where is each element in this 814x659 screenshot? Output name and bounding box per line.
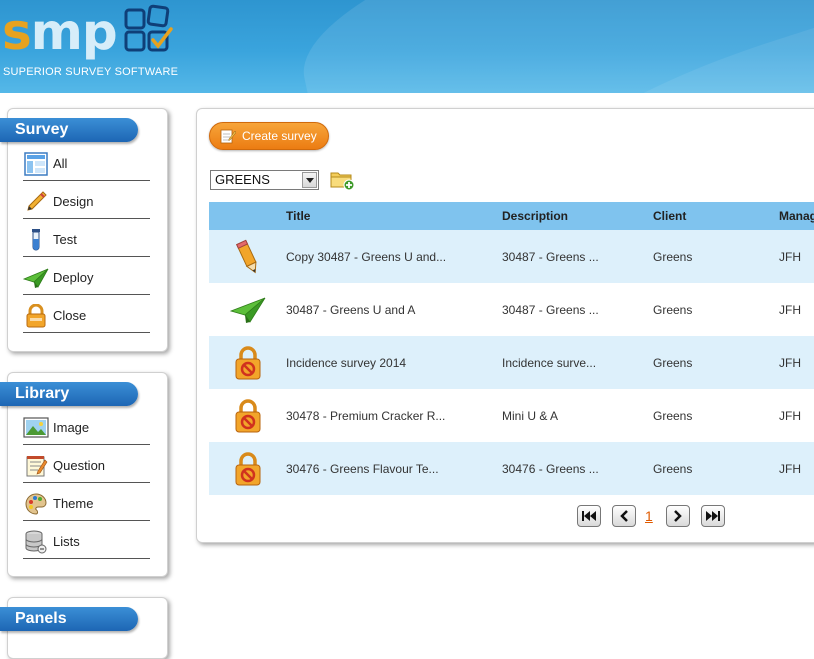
lock-icon xyxy=(23,303,49,329)
last-page-button[interactable] xyxy=(700,505,725,527)
panels-panel: Panels xyxy=(0,597,168,659)
image-icon xyxy=(23,415,49,441)
sidebar-item-test[interactable]: Test xyxy=(23,219,150,257)
survey-panel: Survey All Design Test Deploy Close xyxy=(0,108,168,352)
first-page-button[interactable] xyxy=(577,505,601,527)
header-description[interactable]: Description xyxy=(502,209,653,223)
table-row[interactable]: 30476 - Greens Flavour Te... 30476 - Gre… xyxy=(209,442,814,495)
header-client[interactable]: Client xyxy=(653,209,779,223)
chevron-right-icon xyxy=(673,510,682,522)
previous-page-button[interactable] xyxy=(612,505,636,527)
pencil-icon[interactable] xyxy=(209,238,286,276)
sidebar-item-lists[interactable]: Lists xyxy=(23,521,150,559)
sidebar-item-close[interactable]: Close xyxy=(23,295,150,333)
survey-panel-title: Survey xyxy=(0,118,138,142)
library-panel: Library Image Question Theme Lists xyxy=(0,372,168,577)
paper-plane-icon[interactable] xyxy=(209,296,286,324)
sidebar-item-all[interactable]: All xyxy=(23,143,150,181)
sidebar-item-question[interactable]: Question xyxy=(23,445,150,483)
first-page-icon xyxy=(582,511,596,521)
database-icon xyxy=(23,529,49,555)
dropdown-arrow-icon[interactable] xyxy=(302,172,317,188)
pagination: 1 xyxy=(577,504,736,528)
chevron-left-icon xyxy=(620,510,628,522)
layout-icon xyxy=(23,151,49,177)
pencil-icon xyxy=(23,189,49,215)
survey-menu: All Design Test Deploy Close xyxy=(23,143,150,333)
library-menu: Image Question Theme Lists xyxy=(23,407,150,559)
header-title[interactable]: Title xyxy=(286,209,502,223)
table-header: Title Description Client Manag xyxy=(209,202,814,230)
next-page-button[interactable] xyxy=(665,505,690,527)
lock-icon[interactable] xyxy=(209,451,286,486)
last-page-icon xyxy=(705,511,720,521)
table-row[interactable]: Copy 30487 - Greens U and... 30487 - Gre… xyxy=(209,230,814,283)
app-header: smp SUPERIOR SURVEY SOFTWARE xyxy=(0,0,814,93)
lock-icon[interactable] xyxy=(209,345,286,380)
sidebar-item-theme[interactable]: Theme xyxy=(23,483,150,521)
table-row[interactable]: 30478 - Premium Cracker R... Mini U & A … xyxy=(209,389,814,442)
paper-plane-icon xyxy=(23,265,49,291)
client-select-value: GREENS xyxy=(215,172,270,187)
create-survey-button[interactable]: Create survey xyxy=(209,122,329,150)
sidebar-item-image[interactable]: Image xyxy=(23,407,150,445)
table-row[interactable]: Incidence survey 2014 Incidence surve...… xyxy=(209,336,814,389)
test-tube-icon xyxy=(23,227,49,253)
edit-document-icon xyxy=(220,129,236,144)
survey-list-panel: Create survey GREENS Title Description C… xyxy=(196,108,814,543)
palette-icon xyxy=(23,491,49,517)
client-select[interactable]: GREENS xyxy=(210,170,319,190)
panels-panel-title: Panels xyxy=(0,607,138,631)
sidebar-item-design[interactable]: Design xyxy=(23,181,150,219)
logo-checkbox-grid-icon xyxy=(124,4,173,52)
notepad-icon xyxy=(23,453,49,479)
logo[interactable]: smp xyxy=(2,2,118,62)
sidebar-item-deploy[interactable]: Deploy xyxy=(23,257,150,295)
tagline: SUPERIOR SURVEY SOFTWARE xyxy=(3,66,179,78)
header-manager[interactable]: Manag xyxy=(779,209,814,223)
page-number-link[interactable]: 1 xyxy=(645,508,653,524)
folder-add-icon[interactable] xyxy=(330,168,356,192)
library-panel-title: Library xyxy=(0,382,138,406)
table-row[interactable]: 30487 - Greens U and A 30487 - Greens ..… xyxy=(209,283,814,336)
lock-icon[interactable] xyxy=(209,398,286,433)
survey-table: Title Description Client Manag Copy 3048… xyxy=(209,202,814,495)
